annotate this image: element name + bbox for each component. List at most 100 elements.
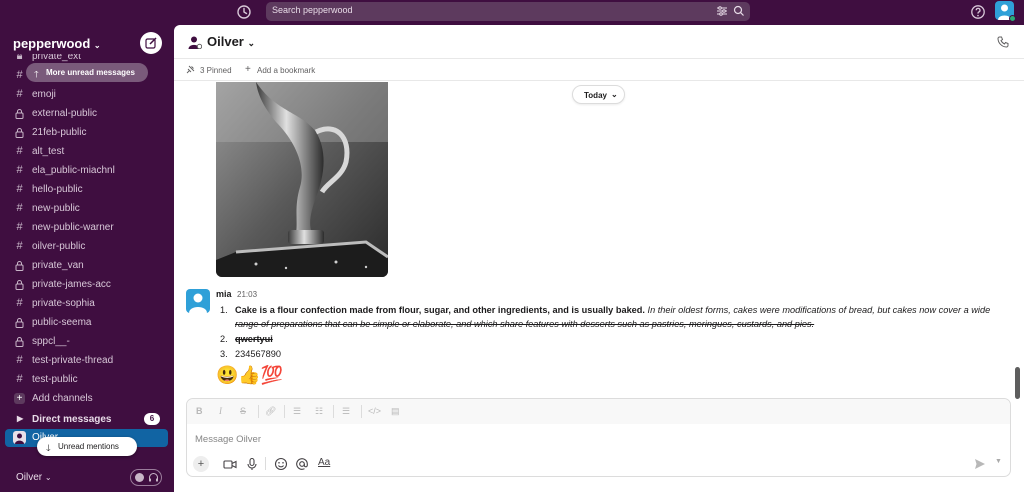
sidebar-item-label: private_ext bbox=[32, 54, 81, 62]
sidebar-item-label: ela_public-miachnl bbox=[32, 165, 115, 176]
sidebar-item-external-public[interactable]: external-public bbox=[0, 104, 174, 123]
lock-icon bbox=[15, 261, 24, 271]
sidebar-item-label: alt_test bbox=[32, 146, 65, 157]
list-item-strike-text: range of preparations that can be simple… bbox=[235, 319, 815, 329]
bold-icon[interactable]: B bbox=[196, 406, 203, 416]
chevron-down-icon[interactable]: ▼ bbox=[995, 458, 1002, 465]
sidebar-item-private-sophia[interactable]: # private-sophia bbox=[0, 294, 174, 313]
date-divider-button[interactable]: Today ⌄ bbox=[572, 85, 625, 104]
link-icon[interactable]: 🔗︎ bbox=[265, 406, 276, 417]
toolbar-divider bbox=[258, 405, 259, 418]
huddle-toggle[interactable] bbox=[130, 469, 162, 486]
sidebar-item-private-james-acc[interactable]: private-james-acc bbox=[0, 275, 174, 294]
compose-button[interactable] bbox=[140, 32, 162, 54]
sidebar-item-hello-public[interactable]: # hello-public bbox=[0, 180, 174, 199]
sidebar-item-test-public[interactable]: # test-public bbox=[0, 370, 174, 389]
history-icon[interactable] bbox=[236, 4, 252, 20]
list-item: qwertyui bbox=[235, 334, 273, 344]
lock-icon bbox=[15, 109, 24, 119]
user-name: Oilver bbox=[16, 472, 43, 483]
sidebar-item-label: public-seema bbox=[32, 317, 92, 328]
attached-image[interactable] bbox=[216, 82, 388, 277]
sidebar-item-new-public[interactable]: # new-public bbox=[0, 199, 174, 218]
search-input[interactable]: Search pepperwood bbox=[266, 2, 750, 21]
attach-plus-icon[interactable]: + bbox=[193, 456, 209, 472]
direct-messages-header[interactable]: ▶ Direct messages 6 bbox=[0, 411, 174, 429]
dm-person-icon bbox=[188, 36, 202, 49]
more-unread-button[interactable]: 🡑 More unread messages bbox=[26, 63, 148, 82]
hash-icon: # bbox=[16, 69, 23, 81]
hash-icon: # bbox=[16, 221, 23, 233]
channel-title[interactable]: Oilver ⌄ bbox=[207, 34, 255, 49]
microphone-icon[interactable] bbox=[245, 457, 259, 471]
date-divider-label: Today bbox=[584, 91, 607, 100]
code-block-icon[interactable]: ▤ bbox=[391, 406, 400, 417]
blockquote-icon[interactable]: ☰ bbox=[342, 406, 350, 417]
hash-icon: # bbox=[16, 240, 23, 252]
top-bar: Search pepperwood bbox=[0, 0, 1024, 25]
channel-title-label: Oilver bbox=[207, 34, 244, 49]
help-icon[interactable] bbox=[970, 4, 986, 20]
dm-count-badge: 6 bbox=[144, 413, 160, 425]
lock-icon bbox=[15, 128, 24, 138]
chevron-down-icon: ⌄ bbox=[247, 38, 256, 48]
pinned-button[interactable]: 3 Pinned bbox=[200, 66, 232, 75]
chevron-down-icon: ⌄ bbox=[611, 90, 618, 99]
sidebar-item-oilver-public[interactable]: # oilver-public bbox=[0, 237, 174, 256]
unread-mentions-button[interactable]: 🡓 Unread mentions bbox=[37, 437, 137, 456]
sidebar-item-sppcl[interactable]: sppcl__- bbox=[0, 332, 174, 351]
toolbar-divider bbox=[265, 457, 266, 470]
sidebar-item-label: 21feb-public bbox=[32, 127, 87, 138]
headphone-icon bbox=[149, 473, 158, 482]
sidebar-item-test-private-thread[interactable]: # test-private-thread bbox=[0, 351, 174, 370]
bulleted-list-icon[interactable]: ☷ bbox=[315, 406, 323, 417]
scrollbar[interactable] bbox=[1015, 367, 1020, 399]
filter-icon[interactable] bbox=[716, 5, 728, 17]
lock-icon bbox=[15, 280, 24, 290]
sidebar-item-public-seema[interactable]: public-seema bbox=[0, 313, 174, 332]
phone-icon[interactable] bbox=[997, 36, 1009, 48]
sidebar-item-alt-test[interactable]: # alt_test bbox=[0, 142, 174, 161]
code-icon[interactable]: </> bbox=[368, 406, 381, 416]
search-icon[interactable] bbox=[733, 5, 745, 17]
user-menu[interactable]: Oilver ⌄ bbox=[16, 472, 52, 483]
sidebar-item-label: hello-public bbox=[32, 184, 83, 195]
channel-list: 🔒︎ private_ext # # emoji external-public… bbox=[0, 54, 174, 434]
strikethrough-icon[interactable]: S bbox=[240, 406, 246, 416]
sidebar-item-label: new-public bbox=[32, 203, 80, 214]
avatar bbox=[13, 431, 26, 444]
hash-icon: # bbox=[16, 202, 23, 214]
sidebar-item-label: Add channels bbox=[32, 393, 93, 404]
message-input[interactable]: Message Oilver bbox=[195, 434, 261, 445]
caret-right-icon: ▶ bbox=[17, 414, 24, 423]
sidebar-item-label: private_van bbox=[32, 260, 84, 271]
chevron-down-icon: ⌄ bbox=[44, 473, 52, 482]
message-author[interactable]: mia bbox=[216, 289, 232, 299]
arrow-down-icon: 🡓 bbox=[46, 443, 51, 453]
emoji-icon[interactable] bbox=[274, 457, 288, 471]
formatting-toggle-icon[interactable]: Aa bbox=[318, 457, 330, 468]
video-icon[interactable] bbox=[223, 457, 237, 471]
toggle-knob bbox=[135, 473, 144, 482]
add-channels-button[interactable]: + Add channels bbox=[0, 389, 174, 408]
workspace-name[interactable]: pepperwood ⌄ bbox=[13, 36, 101, 51]
sidebar-item-label: private-james-acc bbox=[32, 279, 111, 290]
emoji-reactions[interactable]: 😃👍💯 bbox=[216, 364, 283, 386]
chevron-down-icon: ⌄ bbox=[93, 41, 101, 50]
add-bookmark-button[interactable]: Add a bookmark bbox=[257, 66, 315, 75]
mention-icon[interactable] bbox=[295, 457, 309, 471]
italic-icon[interactable]: I bbox=[219, 406, 222, 416]
sidebar-item-label: oilver-public bbox=[32, 241, 86, 252]
sidebar-item-emoji[interactable]: # emoji bbox=[0, 85, 174, 104]
list-item-italic-text: In their oldest forms, cakes were modifi… bbox=[647, 305, 991, 315]
send-icon[interactable] bbox=[974, 458, 986, 470]
sidebar-item-new-public-warner[interactable]: # new-public-warner bbox=[0, 218, 174, 237]
sidebar-item-ela-public-miachnl[interactable]: # ela_public-miachnl bbox=[0, 161, 174, 180]
sidebar-item-label: sppcl__- bbox=[32, 336, 70, 347]
message-timestamp[interactable]: 21:03 bbox=[237, 290, 257, 299]
sidebar-item-21feb-public[interactable]: 21feb-public bbox=[0, 123, 174, 142]
ordered-list-icon[interactable]: ☰ bbox=[293, 406, 301, 417]
message-author-avatar[interactable] bbox=[186, 289, 210, 313]
unread-mentions-label: Unread mentions bbox=[58, 442, 119, 451]
sidebar-item-private-van[interactable]: private_van bbox=[0, 256, 174, 275]
